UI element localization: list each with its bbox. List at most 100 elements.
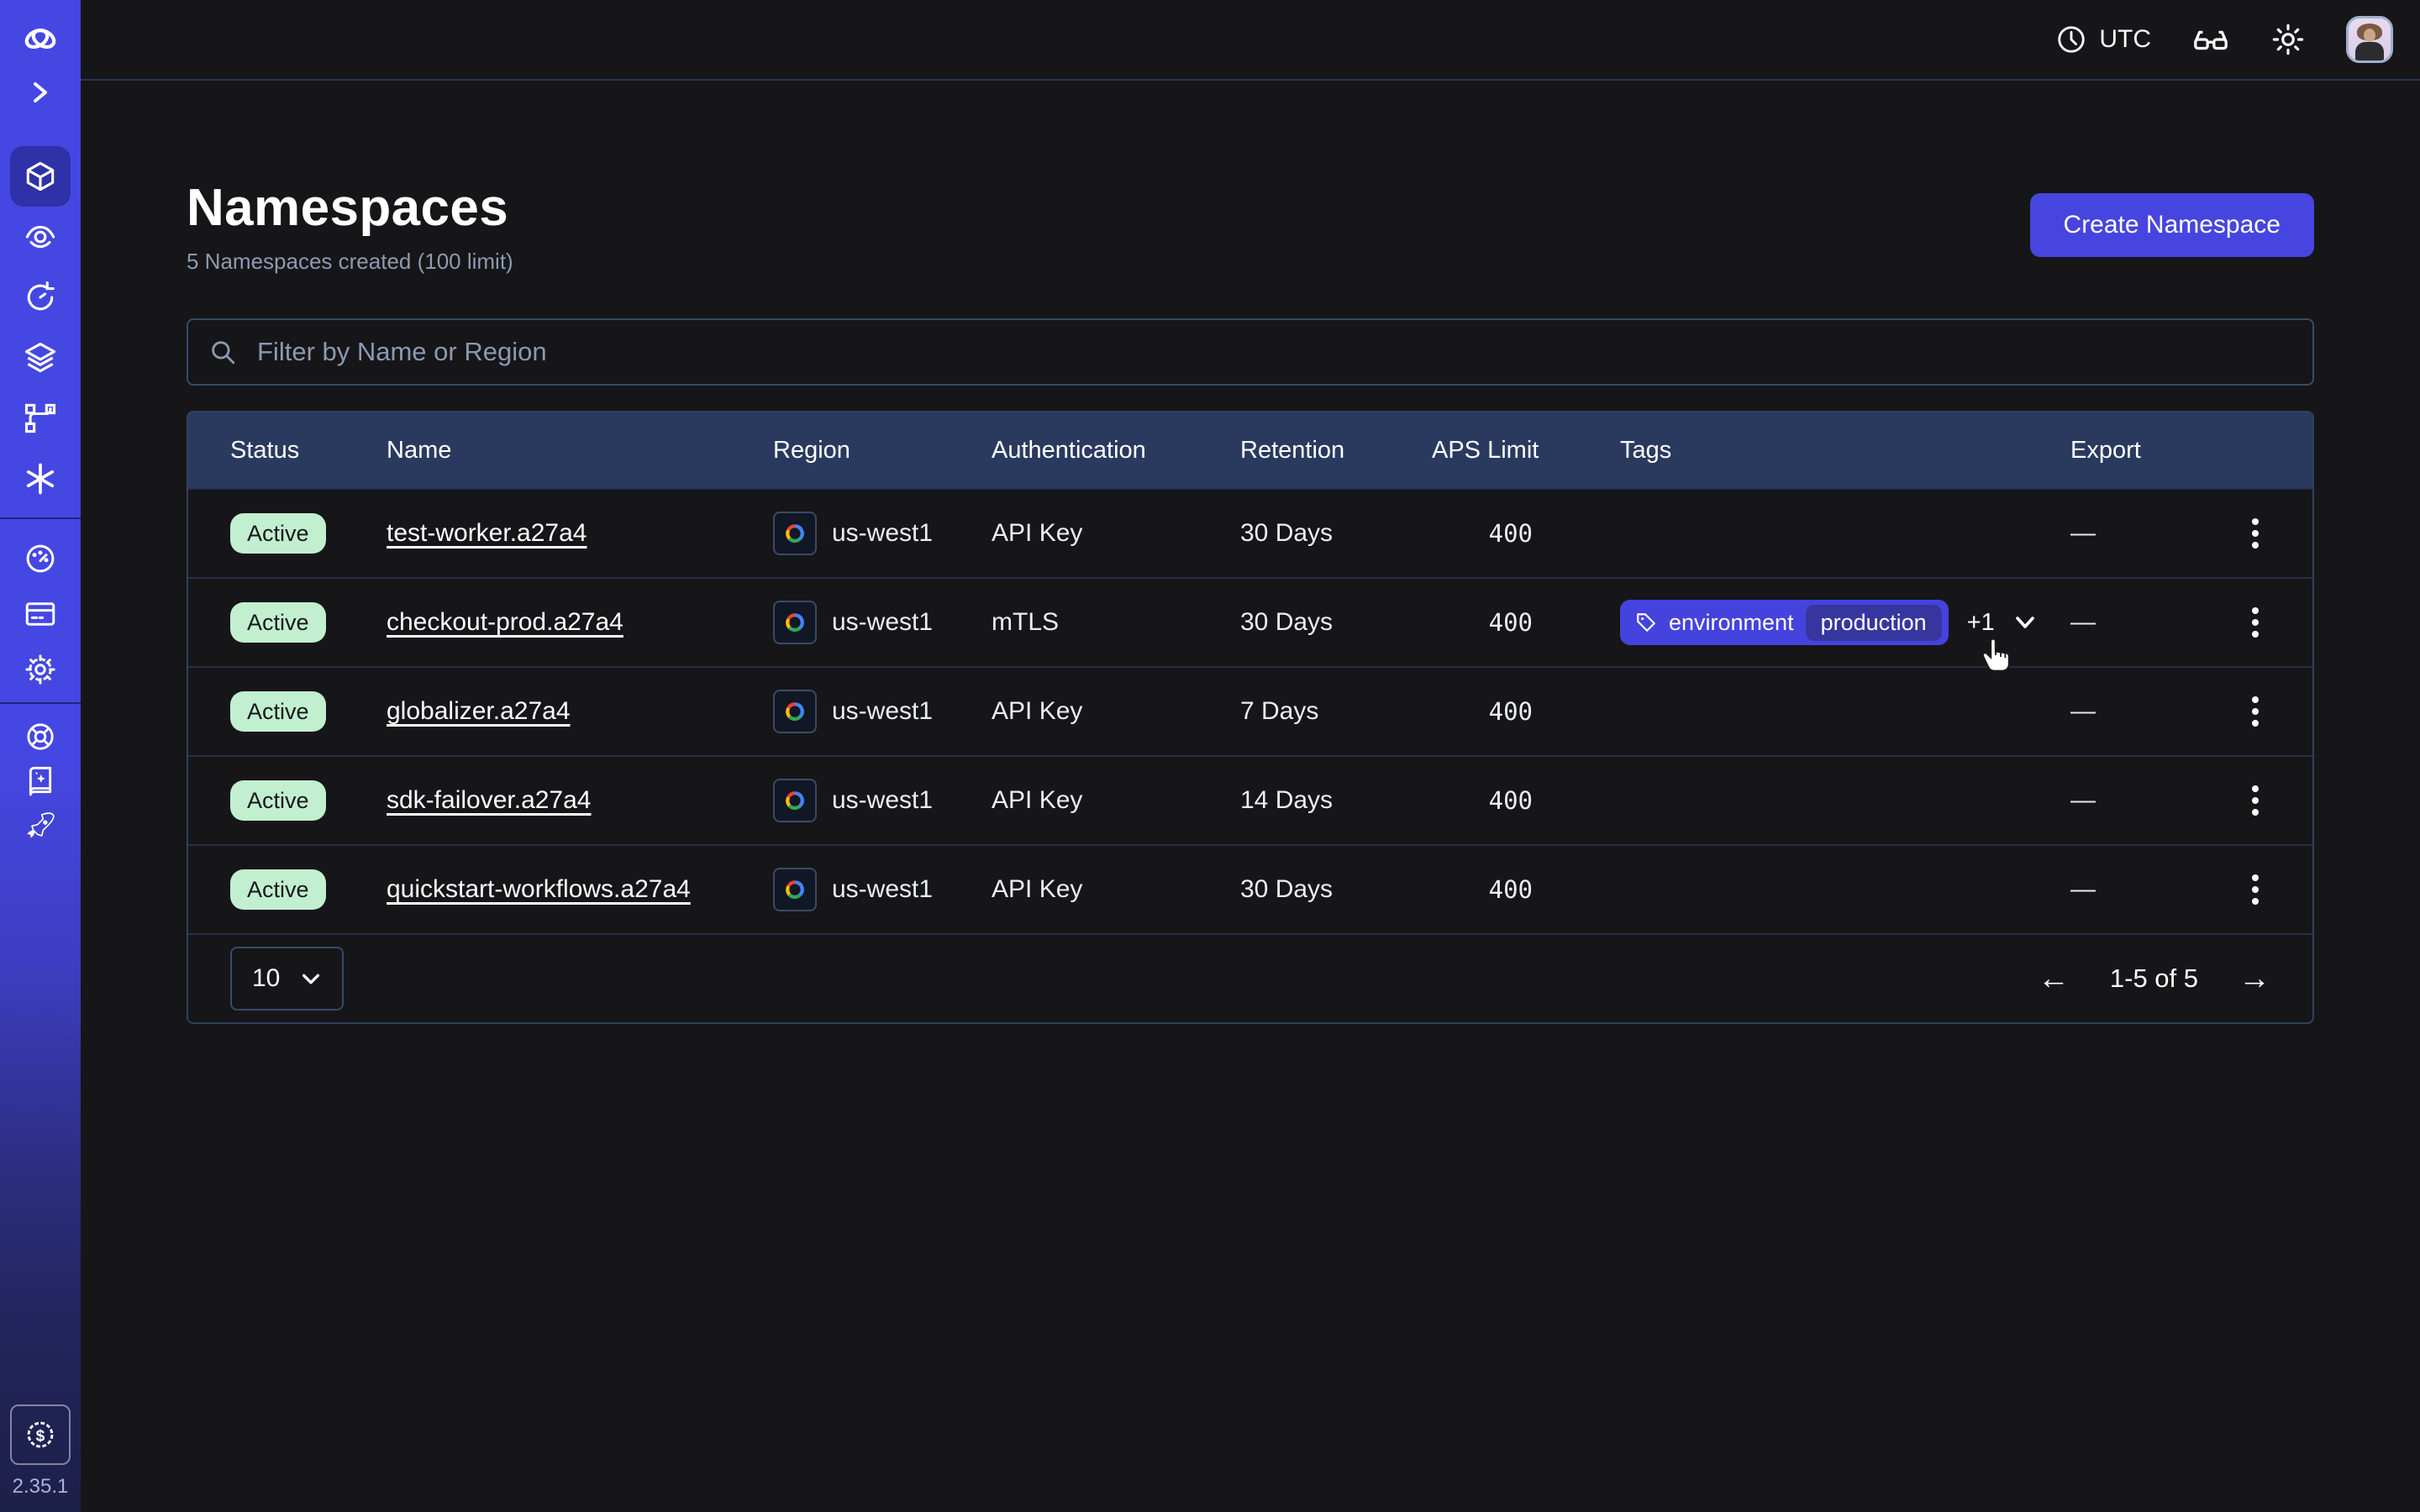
labs-toggle[interactable] [2191, 20, 2230, 59]
temporal-logo-icon[interactable] [10, 10, 71, 67]
theme-toggle[interactable] [2270, 22, 2306, 57]
sidebar-item-billing[interactable] [10, 586, 71, 642]
sidebar-item-support[interactable] [10, 714, 71, 759]
sidebar-item-nexus[interactable] [10, 449, 71, 509]
namespace-link[interactable]: checkout-prod.a27a4 [387, 608, 623, 636]
life-ring-icon [24, 720, 57, 753]
row-actions-menu[interactable] [2228, 596, 2282, 649]
page-subtitle: 5 Namespaces created (100 limit) [187, 249, 513, 275]
retention-period: 7 Days [1240, 697, 1432, 726]
col-retention: Retention [1240, 437, 1432, 465]
chevron-down-icon [300, 968, 322, 990]
page-size-value: 10 [252, 964, 280, 993]
tag-key: environment [1669, 610, 1794, 636]
sun-icon [2270, 22, 2306, 57]
table-row[interactable]: Active checkout-prod.a27a4 us-west1 mTLS… [188, 577, 2312, 666]
auth-method: mTLS [992, 608, 1240, 637]
clock-icon [2055, 24, 2087, 55]
row-actions-menu[interactable] [2228, 507, 2282, 560]
glasses-icon [2191, 20, 2230, 59]
retention-period: 14 Days [1240, 786, 1432, 815]
sidebar-item-docs[interactable] [10, 759, 71, 805]
page-title: Namespaces [187, 176, 513, 240]
credits-button[interactable]: $ [10, 1404, 71, 1465]
region-label: us-west1 [832, 519, 933, 548]
asterisk-icon [22, 460, 59, 497]
col-authentication: Authentication [992, 437, 1240, 465]
table-body: Active test-worker.a27a4 us-west1 API Ke… [188, 488, 2312, 933]
row-actions-menu[interactable] [2228, 774, 2282, 827]
sidebar-divider [0, 702, 81, 704]
rocket-icon [24, 811, 57, 844]
status-badge: Active [230, 691, 326, 732]
region-label: us-west1 [832, 786, 933, 815]
sidebar-item-namespaces[interactable] [10, 146, 71, 207]
next-page-button[interactable]: → [2238, 963, 2270, 995]
pagination-range: 1-5 of 5 [2110, 963, 2198, 994]
sidebar-item-onboarding[interactable] [10, 805, 71, 850]
gcp-cloud-icon [773, 690, 817, 733]
book-sparkle-icon [24, 765, 57, 799]
sidebar-item-insights[interactable] [10, 207, 71, 267]
namespaces-page: $ 2.35.1 UTC [0, 0, 2420, 1512]
table-row[interactable]: Active test-worker.a27a4 us-west1 API Ke… [188, 488, 2312, 577]
namespace-link[interactable]: test-worker.a27a4 [387, 519, 587, 547]
kebab-icon [2251, 874, 2260, 906]
tag-pill[interactable]: environment production [1620, 600, 1949, 645]
status-badge: Active [230, 602, 326, 643]
cube-icon [22, 158, 59, 195]
gcp-cloud-icon [773, 779, 817, 822]
table-row[interactable]: Active globalizer.a27a4 us-west1 API Key… [188, 666, 2312, 755]
more-tags-count: +1 [1967, 609, 1995, 637]
sidebar: $ 2.35.1 [0, 0, 81, 1512]
row-actions-menu[interactable] [2228, 685, 2282, 738]
export-status: — [2070, 608, 2215, 637]
namespace-link[interactable]: globalizer.a27a4 [387, 697, 571, 725]
namespace-link[interactable]: sdk-failover.a27a4 [387, 786, 592, 814]
table-row[interactable]: Active sdk-failover.a27a4 us-west1 API K… [188, 755, 2312, 844]
prev-page-button[interactable]: ← [2038, 963, 2070, 995]
gcp-cloud-icon [773, 512, 817, 555]
sidebar-item-schedules[interactable] [10, 267, 71, 328]
gcp-cloud-icon [773, 868, 817, 911]
col-status: Status [230, 437, 387, 465]
tag-group: environment production +1 [1620, 600, 2037, 645]
timezone-selector[interactable]: UTC [2055, 24, 2151, 55]
layers-icon [22, 339, 59, 376]
aps-limit: 400 [1432, 875, 1620, 904]
export-status: — [2070, 786, 2215, 815]
aps-limit: 400 [1432, 786, 1620, 815]
table-row[interactable]: Active quickstart-workflows.a27a4 us-wes… [188, 844, 2312, 933]
sidebar-item-deployments[interactable] [10, 328, 71, 388]
col-export: Export [2070, 437, 2215, 465]
filter-input[interactable] [254, 335, 2292, 369]
auth-method: API Key [992, 697, 1240, 726]
credit-card-icon [23, 596, 58, 632]
auth-method: API Key [992, 519, 1240, 548]
timezone-label: UTC [2099, 25, 2151, 54]
branch-icon [22, 400, 59, 437]
expand-sidebar-button[interactable] [10, 67, 71, 118]
table-header-row: Status Name Region Authentication Retent… [188, 412, 2312, 488]
aps-limit: 400 [1432, 608, 1620, 637]
export-status: — [2070, 697, 2215, 726]
row-actions-menu[interactable] [2228, 863, 2282, 916]
namespace-link[interactable]: quickstart-workflows.a27a4 [387, 875, 691, 903]
sidebar-item-usage[interactable] [10, 531, 71, 586]
retention-period: 30 Days [1240, 875, 1432, 904]
export-status: — [2070, 875, 2215, 904]
region-label: us-west1 [832, 875, 933, 904]
main-content: Namespaces 5 Namespaces created (100 lim… [81, 81, 2420, 1512]
topbar: UTC [81, 0, 2420, 81]
user-avatar[interactable] [2346, 16, 2393, 63]
sidebar-footer: $ 2.35.1 [0, 1404, 81, 1499]
sidebar-item-settings[interactable] [10, 642, 71, 697]
expand-tags-chevron[interactable] [2013, 611, 2037, 634]
sidebar-item-workflows[interactable] [10, 388, 71, 449]
page-size-select[interactable]: 10 [230, 947, 344, 1011]
page-header: Namespaces 5 Namespaces created (100 lim… [187, 176, 2314, 275]
create-namespace-button[interactable]: Create Namespace [2030, 193, 2314, 257]
kebab-icon [2251, 696, 2260, 727]
kebab-icon [2251, 606, 2260, 638]
app-version: 2.35.1 [13, 1475, 69, 1499]
